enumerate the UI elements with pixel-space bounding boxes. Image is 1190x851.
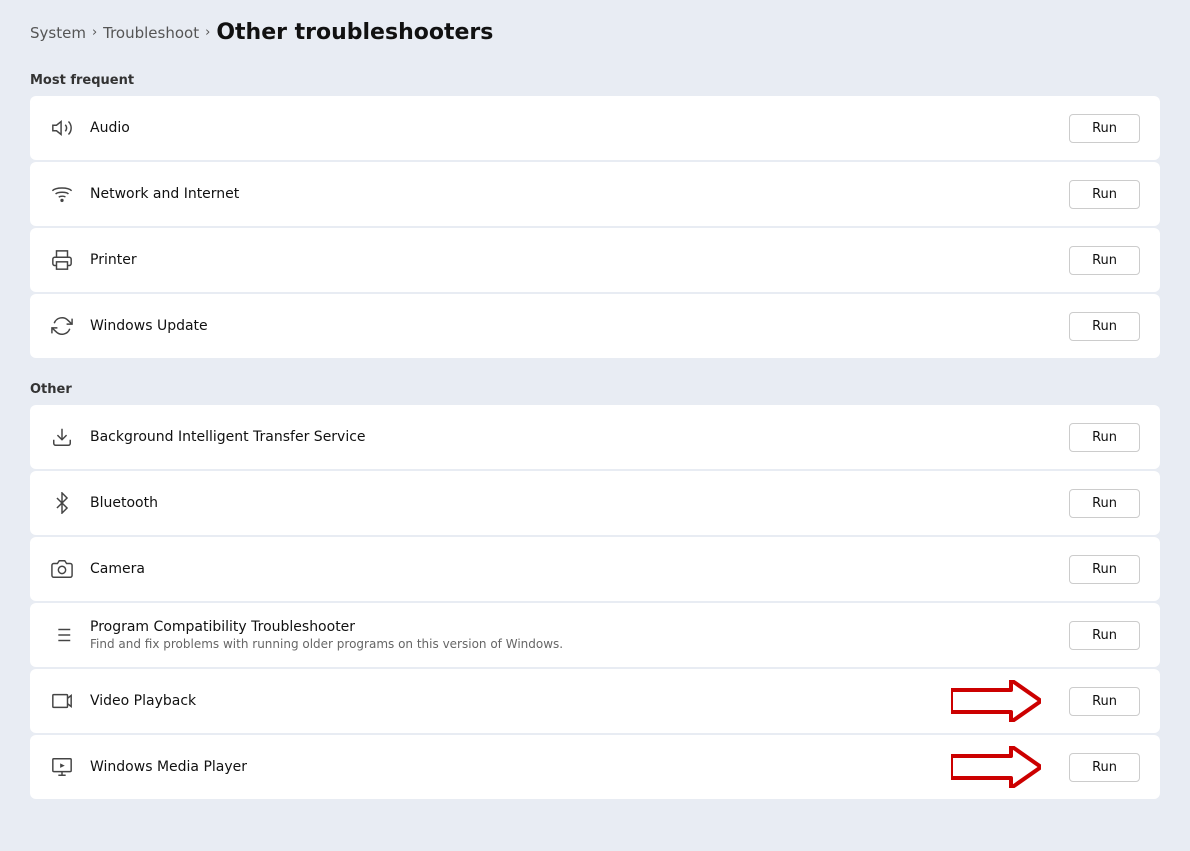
bluetooth-icon: [50, 491, 74, 515]
troubleshooter-video-playback: Video Playback Run: [30, 669, 1160, 733]
video-playback-arrow: [951, 680, 1041, 722]
update-icon: [50, 314, 74, 338]
breadcrumb-system[interactable]: System: [30, 24, 86, 42]
camera-text: Camera: [90, 561, 1053, 577]
video-playback-run-button[interactable]: Run: [1069, 687, 1140, 716]
program-compat-subtitle: Find and fix problems with running older…: [90, 637, 1053, 651]
compat-icon: [50, 623, 74, 647]
audio-text: Audio: [90, 120, 1053, 136]
audio-run-button[interactable]: Run: [1069, 114, 1140, 143]
bluetooth-title: Bluetooth: [90, 495, 1053, 511]
troubleshooter-bluetooth: Bluetooth Run: [30, 471, 1160, 535]
program-compat-text: Program Compatibility Troubleshooter Fin…: [90, 619, 1053, 651]
troubleshooter-program-compat: Program Compatibility Troubleshooter Fin…: [30, 603, 1160, 667]
printer-title: Printer: [90, 252, 1053, 268]
windows-media-player-run-button[interactable]: Run: [1069, 753, 1140, 782]
breadcrumb: System › Troubleshoot › Other troublesho…: [30, 20, 1160, 45]
troubleshooter-audio: Audio Run: [30, 96, 1160, 160]
program-compat-title: Program Compatibility Troubleshooter: [90, 619, 1053, 635]
audio-title: Audio: [90, 120, 1053, 136]
network-text: Network and Internet: [90, 186, 1053, 202]
troubleshooter-printer: Printer Run: [30, 228, 1160, 292]
network-icon: [50, 182, 74, 206]
breadcrumb-sep-2: ›: [205, 25, 210, 40]
most-frequent-list: Audio Run Network and Internet Run: [30, 96, 1160, 358]
bluetooth-run-button[interactable]: Run: [1069, 489, 1140, 518]
video-icon: [50, 689, 74, 713]
media-player-icon: [50, 755, 74, 779]
windows-media-player-text: Windows Media Player: [90, 759, 935, 775]
camera-icon: [50, 557, 74, 581]
network-title: Network and Internet: [90, 186, 1053, 202]
printer-text: Printer: [90, 252, 1053, 268]
section-label-most-frequent: Most frequent: [30, 73, 1160, 88]
bluetooth-text: Bluetooth: [90, 495, 1053, 511]
troubleshooter-network: Network and Internet Run: [30, 162, 1160, 226]
windows-update-run-button[interactable]: Run: [1069, 312, 1140, 341]
windows-media-player-title: Windows Media Player: [90, 759, 935, 775]
bits-run-button[interactable]: Run: [1069, 423, 1140, 452]
printer-icon: [50, 248, 74, 272]
program-compat-run-button[interactable]: Run: [1069, 621, 1140, 650]
section-label-other: Other: [30, 382, 1160, 397]
video-playback-text: Video Playback: [90, 693, 935, 709]
video-playback-title: Video Playback: [90, 693, 935, 709]
other-list: Background Intelligent Transfer Service …: [30, 405, 1160, 799]
camera-title: Camera: [90, 561, 1053, 577]
breadcrumb-sep-1: ›: [92, 25, 97, 40]
bits-title: Background Intelligent Transfer Service: [90, 429, 1053, 445]
page-title: Other troubleshooters: [216, 20, 493, 45]
audio-icon: [50, 116, 74, 140]
troubleshooter-windows-media-player: Windows Media Player Run: [30, 735, 1160, 799]
printer-run-button[interactable]: Run: [1069, 246, 1140, 275]
troubleshooter-camera: Camera Run: [30, 537, 1160, 601]
windows-update-text: Windows Update: [90, 318, 1053, 334]
troubleshooter-windows-update: Windows Update Run: [30, 294, 1160, 358]
camera-run-button[interactable]: Run: [1069, 555, 1140, 584]
breadcrumb-troubleshoot[interactable]: Troubleshoot: [103, 24, 199, 42]
troubleshooter-bits: Background Intelligent Transfer Service …: [30, 405, 1160, 469]
bits-text: Background Intelligent Transfer Service: [90, 429, 1053, 445]
windows-media-player-arrow: [951, 746, 1041, 788]
download-icon: [50, 425, 74, 449]
network-run-button[interactable]: Run: [1069, 180, 1140, 209]
windows-update-title: Windows Update: [90, 318, 1053, 334]
